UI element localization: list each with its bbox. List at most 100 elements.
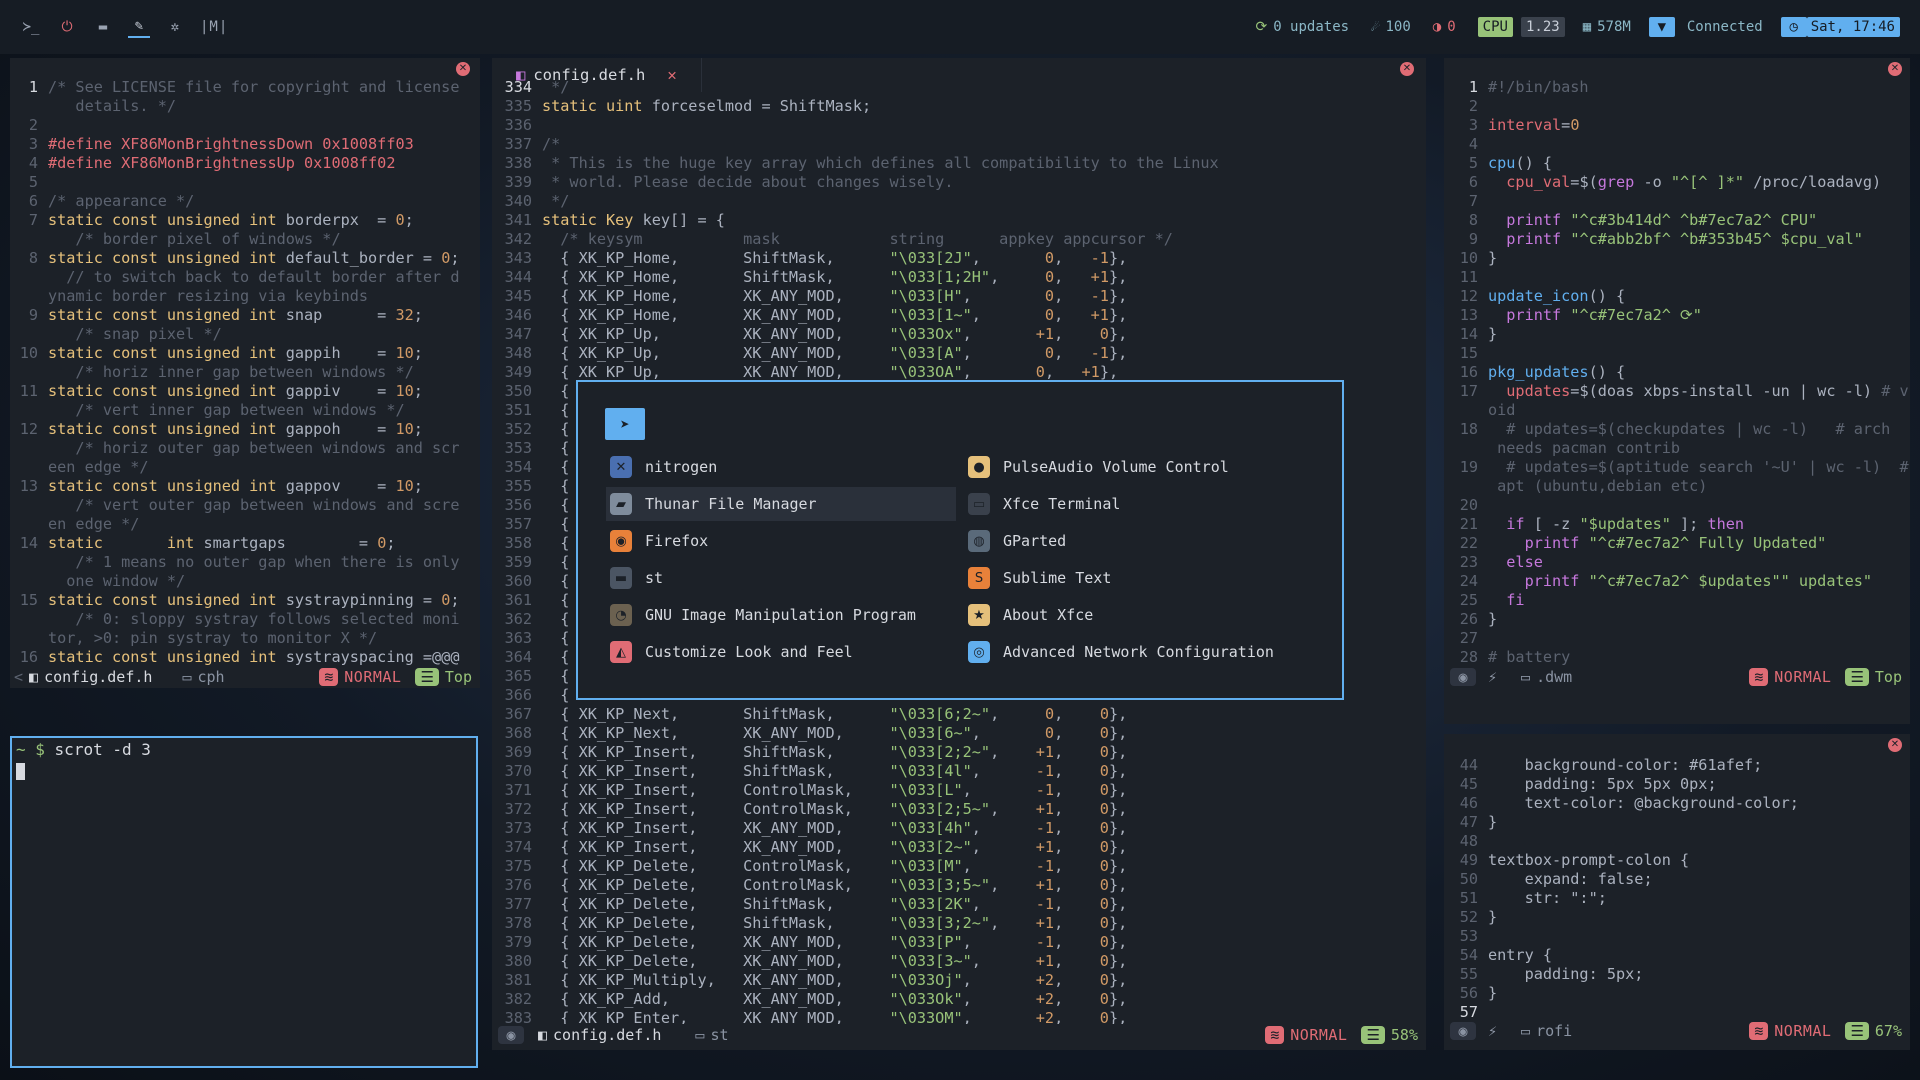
line-number: 6 <box>28 192 38 210</box>
code-line: 381 { XK_KP_Multiply, XK_ANY_MOD, "\033O… <box>492 971 1426 990</box>
right-top-editor-pane[interactable]: ✕ 1 #!/bin/bash 2 3 interval=0 4 5 cpu() {6 c… <box>1444 58 1910 724</box>
launcher-item[interactable]: ◭ Customize Look and Feel <box>606 635 956 669</box>
launcher-item[interactable]: ◎ Advanced Network Configuration <box>964 635 1314 669</box>
code-token: }, <box>1108 249 1128 267</box>
code-line: 338 * This is the huge key array which d… <box>492 154 1426 173</box>
code-token: { XK_KP_Up, XK_ANY_MOD, <box>542 344 890 362</box>
close-icon[interactable]: ✕ <box>456 62 470 76</box>
code-token: }, <box>1108 705 1128 723</box>
right-top-editor-code[interactable]: 1 #!/bin/bash 2 3 interval=0 4 5 cpu() {6 cpu… <box>1444 78 1910 667</box>
terminal-prompt-icon[interactable]: ≻_ <box>20 16 42 38</box>
code-line: 378 { XK_KP_Delete, ShiftMask, "\033[3;2… <box>492 914 1426 933</box>
line-number: 339 <box>504 173 532 191</box>
close-icon[interactable]: ✕ <box>1888 62 1902 76</box>
code-token: { <box>542 553 570 571</box>
line-number: 347 <box>504 325 532 343</box>
terminal-window[interactable]: ~ $ scrot -d 3 <box>10 736 478 1068</box>
gimp-icon: ◔ <box>610 604 632 626</box>
code-token: +1 <box>1035 325 1055 343</box>
line-number: 10 <box>19 344 38 362</box>
code-line: 20 <box>1444 496 1910 515</box>
wifi-icon: ▼ <box>1648 17 1675 37</box>
code-token: } <box>1488 908 1498 926</box>
launcher-item-label: About Xfce <box>1003 606 1094 624</box>
code-token: "\033OA" <box>889 363 963 381</box>
launcher-item[interactable]: ▬ st <box>606 561 956 595</box>
close-icon[interactable]: ✕ <box>1888 738 1902 752</box>
launcher-item[interactable]: ◔ GNU Image Manipulation Program <box>606 598 956 632</box>
launcher-item[interactable]: ● PulseAudio Volume Control <box>964 450 1314 484</box>
right-bottom-mode-text: NORMAL <box>1774 1022 1832 1040</box>
launcher-item-label: Xfce Terminal <box>1003 495 1121 513</box>
code-token: background-color: #61afef; <box>1488 756 1763 774</box>
code-token: 0 <box>1044 249 1055 267</box>
code-token: static const unsigned int <box>48 306 277 324</box>
layout-indicator[interactable]: |M| <box>200 16 228 38</box>
code-token: 0 <box>1099 838 1109 856</box>
line-number: 7 <box>1468 192 1478 210</box>
launcher-item[interactable]: ✕ nitrogen <box>606 450 956 484</box>
code-token: -1 <box>1035 933 1055 951</box>
code-line: 373 { XK_KP_Insert, XK_ANY_MOD, "\033[4h… <box>492 819 1426 838</box>
code-token: { <box>542 591 570 609</box>
code-token: "^c#abb2bf^ ^b#353b45^ $cpu_val" <box>1570 230 1863 248</box>
line-number: 351 <box>504 401 532 419</box>
code-line: 369 { XK_KP_Insert, ShiftMask, "\033[2;2… <box>492 743 1426 762</box>
launcher-item[interactable]: S Sublime Text <box>964 561 1314 595</box>
code-token: }, <box>1108 325 1128 343</box>
gear-icon[interactable]: ✲ <box>164 16 186 38</box>
code-token: }, <box>1108 724 1128 742</box>
code-token: printf <box>1488 534 1580 552</box>
terminal-command[interactable]: scrot -d 3 <box>55 740 151 759</box>
code-token: 0 <box>1099 933 1109 951</box>
launcher-item[interactable]: ◉ Firefox <box>606 524 956 558</box>
left-editor-code[interactable]: 1 /* See LICENSE file for copyright and l… <box>10 78 480 667</box>
code-token: "\033Ox" <box>889 325 963 343</box>
code-token: updates <box>1488 382 1571 400</box>
code-token: static const unsigned int <box>48 648 277 666</box>
launcher-item[interactable]: ▰ Thunar File Manager <box>606 487 956 521</box>
code-token: 0 <box>1099 800 1109 818</box>
launcher-item[interactable]: ◍ GParted <box>964 524 1314 558</box>
line-number: 19 <box>1459 458 1478 476</box>
line-number: 381 <box>504 971 532 989</box>
left-editor-pane[interactable]: ✕ 1 /* See LICENSE file for copyright and… <box>10 58 480 688</box>
power-icon[interactable]: ⏻ <box>56 16 78 38</box>
close-icon[interactable]: ✕ <box>1400 62 1414 76</box>
code-token: { XK_KP_Insert, ControlMask, <box>542 781 890 799</box>
code-line: 339 * world. Please decide about changes… <box>492 173 1426 192</box>
line-number: 1 <box>1468 78 1478 96</box>
code-line: 3 #define XF86MonBrightnessDown 0x1008ff0… <box>10 135 480 154</box>
line-number: 375 <box>504 857 532 875</box>
edit-icon[interactable]: ✎ <box>128 16 150 38</box>
right-bottom-editor-pane[interactable]: ✕ 44 background-color: #61afef; 45 paddin… <box>1444 734 1910 1050</box>
code-line: 16 pkg_updates() { <box>1444 363 1910 382</box>
st-icon: ▬ <box>610 567 632 589</box>
right-bottom-editor-code[interactable]: 44 background-color: #61afef; 45 padding:… <box>1444 756 1910 1022</box>
left-statusline: < ◧ config.def.h ▭ cph ≋ NORMAL ☰ Top <box>10 666 480 688</box>
launcher-item[interactable]: ★ About Xfce <box>964 598 1314 632</box>
code-token: gappiv = <box>276 382 396 400</box>
line-number: 337 <box>504 135 532 153</box>
rocket-icon[interactable]: ➤ <box>605 408 645 440</box>
memory-status: ▦ 578M <box>1583 19 1631 35</box>
code-line: 1 #!/bin/bash <box>1444 78 1910 97</box>
line-number: 360 <box>504 572 532 590</box>
lines-icon: ☰ <box>1361 1026 1385 1044</box>
code-token: /* snap pixel */ <box>48 325 222 343</box>
launcher-item[interactable]: ▭ Xfce Terminal <box>964 487 1314 521</box>
line-number: 363 <box>504 629 532 647</box>
app-launcher[interactable]: ➤ ✕ nitrogen ● PulseAudio Volume Control ▰ Th… <box>576 380 1344 700</box>
code-token: , <box>1054 249 1091 267</box>
code-token: 0 <box>1099 914 1109 932</box>
line-number: 4 <box>28 154 38 172</box>
code-token: { <box>542 648 570 666</box>
code-line: one window */ <box>10 572 480 591</box>
clock-icon: ◷ <box>1780 17 1807 37</box>
code-token: 0 <box>1099 990 1109 1008</box>
folder-icon[interactable]: ▬ <box>92 16 114 38</box>
code-token: ; <box>413 306 423 324</box>
nitrogen-icon: ✕ <box>610 456 632 478</box>
